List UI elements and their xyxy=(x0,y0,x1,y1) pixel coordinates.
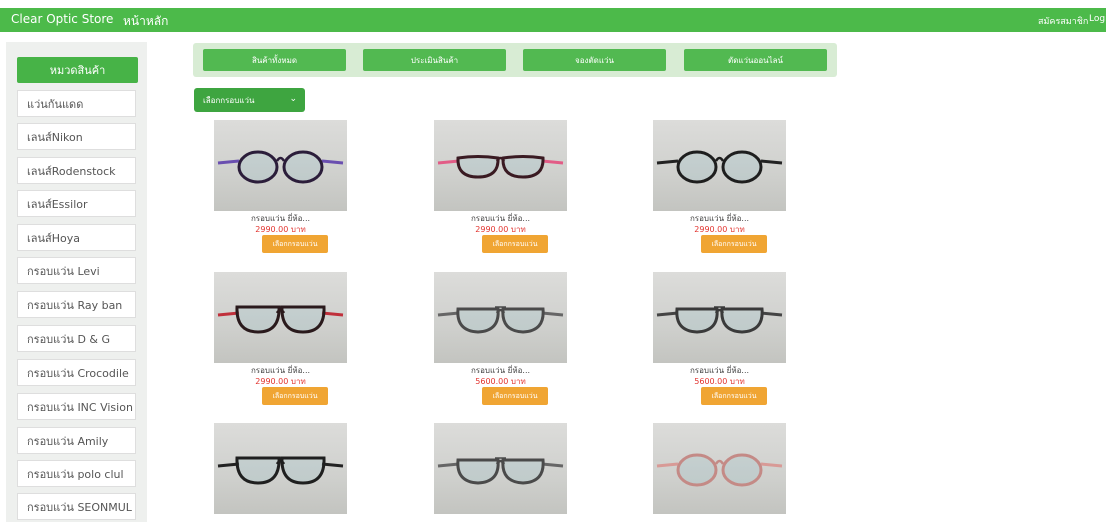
glasses-image xyxy=(437,306,564,334)
login-link[interactable]: Login xyxy=(1089,14,1106,24)
select-frame-button[interactable]: เลือกกรอบแว่น xyxy=(262,387,328,405)
glasses-image xyxy=(217,150,344,184)
product-image[interactable] xyxy=(434,120,567,211)
category-item[interactable]: กรอบแว่น Ray ban xyxy=(17,291,136,318)
glasses-image xyxy=(437,155,564,179)
category-sidebar: หมวดสินค้า แว่นกันแดด เลนส์Nikon เลนส์Ro… xyxy=(6,42,147,522)
category-item[interactable]: เลนส์Hoya xyxy=(17,224,136,251)
select-frame-button[interactable]: เลือกกรอบแว่น xyxy=(482,235,548,253)
category-item[interactable]: แว่นกันแดด xyxy=(17,90,136,117)
category-item[interactable]: กรอบแว่น Levi xyxy=(17,257,136,284)
category-item[interactable]: เลนส์Nikon xyxy=(17,123,136,150)
home-link[interactable]: หน้าหลัก xyxy=(123,12,168,31)
glasses-image xyxy=(656,453,783,487)
tab-book-glasses[interactable]: จองตัดแว่น xyxy=(523,49,666,71)
tab-product-review[interactable]: ประเมินสินค้า xyxy=(363,49,506,71)
category-item[interactable]: กรอบแว่น polo clul xyxy=(17,460,136,487)
product-image[interactable] xyxy=(214,423,347,514)
product-image[interactable] xyxy=(214,272,347,363)
glasses-image xyxy=(217,456,344,485)
store-brand-link[interactable]: Clear Optic Store xyxy=(11,12,113,26)
product-image[interactable] xyxy=(653,120,786,211)
glasses-image xyxy=(437,457,564,485)
category-item[interactable]: กรอบแว่น Amily xyxy=(17,427,136,454)
category-item[interactable]: กรอบแว่น Crocodile xyxy=(17,359,136,386)
category-item[interactable]: เลนส์Essilor xyxy=(17,190,136,217)
product-image[interactable] xyxy=(434,272,567,363)
register-link[interactable]: สมัครสมาชิก xyxy=(1038,14,1088,28)
product-image[interactable] xyxy=(434,423,567,514)
frame-select[interactable]: เลือกกรอบแว่น ⌄ xyxy=(194,88,305,112)
tab-bar: สินค้าทั้งหมด ประเมินสินค้า จองตัดแว่น ต… xyxy=(193,43,837,77)
category-item[interactable]: กรอบแว่น INC Vision xyxy=(17,393,136,420)
tab-online-glasses[interactable]: ตัดแว่นออนไลน์ xyxy=(684,49,827,71)
product-image[interactable] xyxy=(214,120,347,211)
select-frame-button[interactable]: เลือกกรอบแว่น xyxy=(262,235,328,253)
glasses-image xyxy=(656,306,783,334)
frame-select-value: เลือกกรอบแว่น xyxy=(203,95,255,105)
category-item[interactable]: เลนส์Rodenstock xyxy=(17,157,136,184)
select-frame-button[interactable]: เลือกกรอบแว่น xyxy=(482,387,548,405)
select-frame-button[interactable]: เลือกกรอบแว่น xyxy=(701,387,767,405)
tab-all-products[interactable]: สินค้าทั้งหมด xyxy=(203,49,346,71)
category-header: หมวดสินค้า xyxy=(17,57,138,83)
category-item[interactable]: กรอบแว่น D & G xyxy=(17,325,136,352)
select-frame-button[interactable]: เลือกกรอบแว่น xyxy=(701,235,767,253)
product-image[interactable] xyxy=(653,272,786,363)
top-nav-bar: Clear Optic Store หน้าหลัก สมัครสมาชิก L… xyxy=(0,8,1106,32)
product-image[interactable] xyxy=(653,423,786,514)
glasses-image xyxy=(217,305,344,334)
chevron-down-icon: ⌄ xyxy=(289,94,297,104)
glasses-image xyxy=(656,150,783,184)
